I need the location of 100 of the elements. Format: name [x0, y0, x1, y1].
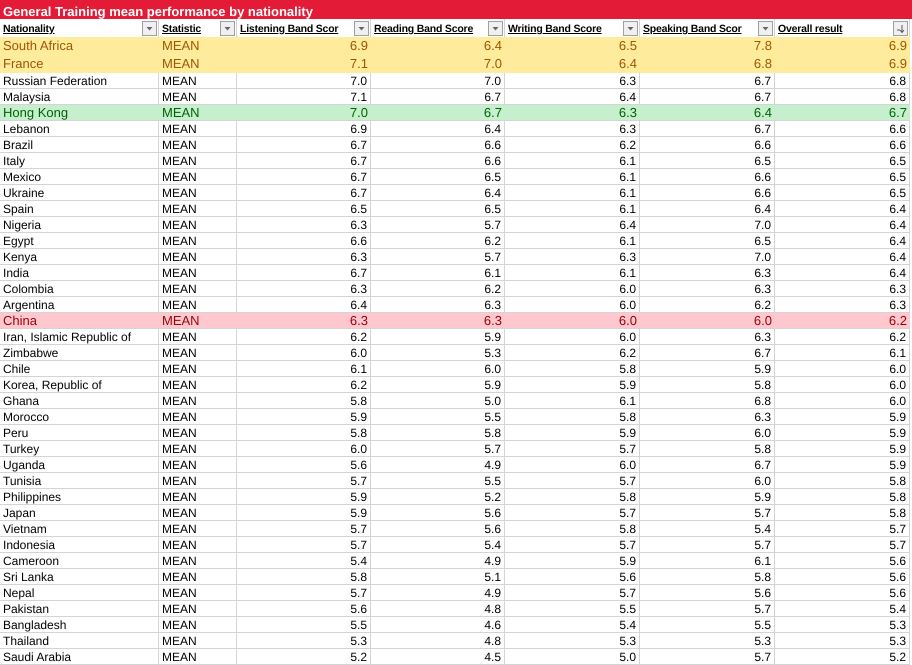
sort-filter-button[interactable]: [893, 21, 908, 36]
table-cell: 5.9: [775, 425, 910, 441]
table-cell: 5.8: [371, 425, 505, 441]
table-cell: Russian Federation: [0, 73, 159, 89]
table-cell: 5.7: [505, 473, 640, 489]
table-cell: 5.9: [505, 425, 640, 441]
table-cell: 6.0: [505, 281, 640, 297]
table-cell: MEAN: [159, 505, 237, 521]
table-cell: 5.2: [775, 649, 910, 665]
table-cell: 6.5: [371, 201, 505, 217]
table-cell: 7.0: [371, 55, 505, 73]
table-cell: 5.8: [775, 505, 910, 521]
table-cell: 5.9: [775, 457, 910, 473]
table-cell: 5.7: [237, 473, 371, 489]
table-cell: 6.1: [505, 393, 640, 409]
table-cell: MEAN: [159, 377, 237, 393]
table-cell: 6.5: [775, 185, 910, 201]
table-cell: 6.4: [640, 201, 775, 217]
table-cell: 5.8: [775, 489, 910, 505]
table-cell: 6.1: [505, 233, 640, 249]
table-cell: 5.3: [237, 633, 371, 649]
table-cell: MEAN: [159, 441, 237, 457]
table-cell: 6.0: [505, 313, 640, 329]
table-cell: 6.6: [237, 233, 371, 249]
table-cell: 5.7: [640, 649, 775, 665]
table-cell: Iran, Islamic Republic of: [0, 329, 159, 345]
table-cell: 5.7: [640, 537, 775, 553]
table-cell: 5.8: [775, 473, 910, 489]
table-cell: MEAN: [159, 313, 237, 329]
table-cell: 4.6: [371, 617, 505, 633]
table-cell: 5.3: [371, 345, 505, 361]
filter-button[interactable]: [142, 21, 157, 36]
table-cell: Thailand: [0, 633, 159, 649]
table-cell: 5.6: [775, 553, 910, 569]
table-cell: 5.9: [371, 329, 505, 345]
table-cell: 6.5: [640, 153, 775, 169]
table-cell: 5.7: [371, 441, 505, 457]
table-cell: MEAN: [159, 409, 237, 425]
table-cell: 6.2: [775, 313, 910, 329]
table-cell: 6.3: [505, 249, 640, 265]
table-cell: 6.2: [505, 137, 640, 153]
table-cell: India: [0, 265, 159, 281]
table-cell: MEAN: [159, 153, 237, 169]
table-cell: MEAN: [159, 633, 237, 649]
table-cell: Cameroon: [0, 553, 159, 569]
caret-down-icon: [626, 24, 635, 33]
table-cell: 6.9: [775, 37, 910, 55]
table-cell: MEAN: [159, 73, 237, 89]
table-cell: Brazil: [0, 137, 159, 153]
table-cell: 5.5: [505, 601, 640, 617]
table-cell: 6.2: [237, 377, 371, 393]
table-cell: 5.9: [775, 409, 910, 425]
filter-button[interactable]: [354, 21, 369, 36]
column-header: Overall result: [778, 22, 844, 37]
filter-button[interactable]: [758, 21, 773, 36]
table-cell: 7.0: [237, 73, 371, 89]
table-cell: MEAN: [159, 265, 237, 281]
table-cell: 6.9: [775, 55, 910, 73]
table-cell: 6.7: [237, 185, 371, 201]
table-cell: 5.3: [640, 633, 775, 649]
sheet-title: General Training mean performance by nationality: [0, 0, 912, 19]
table-cell: 6.7: [237, 169, 371, 185]
table-cell: 5.2: [237, 649, 371, 665]
table-cell: 6.0: [775, 361, 910, 377]
table-cell: Tunisia: [0, 473, 159, 489]
table-cell: 6.6: [371, 137, 505, 153]
table-cell: 5.8: [505, 489, 640, 505]
table-cell: 5.7: [237, 521, 371, 537]
table-cell: 6.2: [237, 329, 371, 345]
table-cell: Spain: [0, 201, 159, 217]
table-cell: 6.5: [640, 233, 775, 249]
filter-button[interactable]: [488, 21, 503, 36]
table-cell: 6.7: [640, 121, 775, 137]
filter-button[interactable]: [623, 21, 638, 36]
table-cell: Bangladesh: [0, 617, 159, 633]
caret-down-icon: [491, 24, 500, 33]
table-cell: 5.7: [237, 585, 371, 601]
table-cell: 6.8: [640, 393, 775, 409]
table-cell: 6.0: [505, 457, 640, 473]
table-cell: 6.5: [371, 169, 505, 185]
column-header: Reading Band Score: [374, 22, 474, 37]
table-cell: 5.6: [237, 601, 371, 617]
table-cell: 6.1: [505, 185, 640, 201]
table-cell: 6.7: [640, 457, 775, 473]
table-cell: 6.1: [371, 265, 505, 281]
table-cell: 6.7: [640, 73, 775, 89]
table-cell: 6.4: [775, 217, 910, 233]
table-cell: 6.4: [505, 55, 640, 73]
table-cell: 5.4: [371, 537, 505, 553]
table-cell: Egypt: [0, 233, 159, 249]
filter-button[interactable]: [220, 21, 235, 36]
table-cell: 6.3: [505, 105, 640, 121]
table-cell: 6.7: [237, 137, 371, 153]
table-cell: 6.0: [371, 361, 505, 377]
table-cell: 5.6: [371, 505, 505, 521]
table-cell: MEAN: [159, 345, 237, 361]
table-cell: MEAN: [159, 649, 237, 665]
table-cell: MEAN: [159, 281, 237, 297]
table-cell: 6.0: [640, 473, 775, 489]
table-cell: 5.4: [775, 601, 910, 617]
